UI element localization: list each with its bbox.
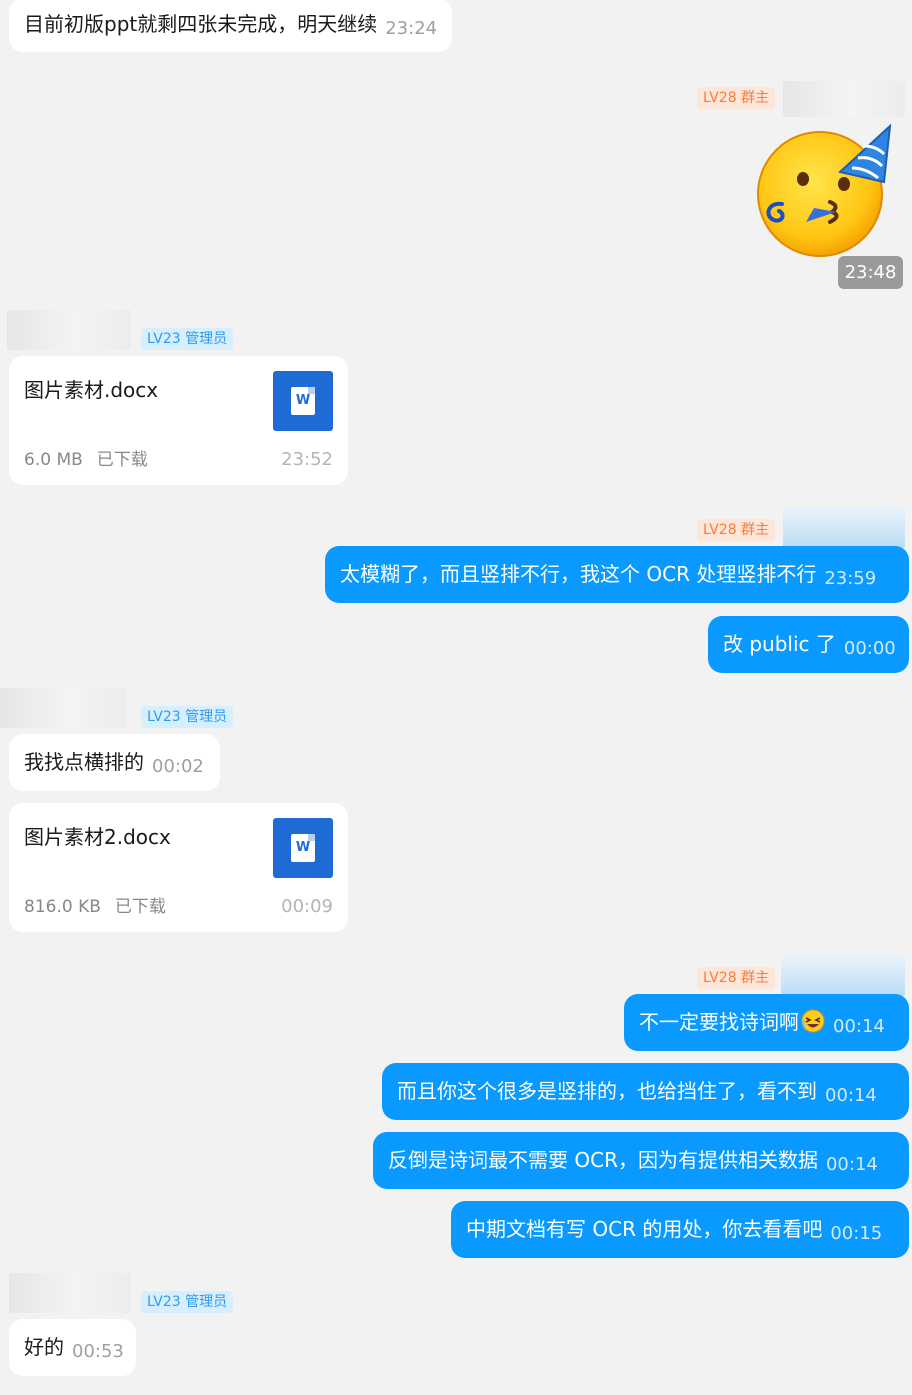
message-time: 23:48: [838, 256, 903, 289]
message-time: 00:15: [830, 1223, 883, 1244]
message-bubble[interactable]: 改 public 了 00:00: [708, 616, 909, 673]
message-time: 00:14: [833, 1016, 885, 1037]
member-level-badge: LV28 群主: [697, 967, 776, 989]
message-bubble[interactable]: 而且你这个很多是竖排的，也给挡住了，看不到 00:14: [382, 1063, 909, 1120]
sender-name-blurred[interactable]: [9, 1273, 131, 1313]
message-bubble[interactable]: 中期文档有写 OCR 的用处，你去看看吧 00:15: [451, 1201, 909, 1258]
file-message-card[interactable]: 图片素材2.docx W 816.0 KB 已下载 00:09: [9, 803, 348, 932]
sender-name-blurred[interactable]: [7, 310, 131, 350]
message-text: 而且你这个很多是竖排的，也给挡住了，看不到: [397, 1079, 817, 1103]
message-text: 中期文档有写 OCR 的用处，你去看看吧: [466, 1217, 823, 1241]
party-face-sticker[interactable]: [752, 122, 894, 262]
message-time: 23:59: [824, 568, 877, 589]
message-text: 目前初版ppt就剩四张未完成，明天继续: [24, 12, 378, 36]
sender-name-blurred[interactable]: [0, 688, 126, 728]
message-text: 我找点横排的: [24, 750, 144, 774]
file-size: 6.0 MB: [24, 450, 83, 470]
message-bubble[interactable]: 我找点横排的 00:02: [9, 734, 220, 791]
message-time: 00:14: [825, 1085, 877, 1106]
party-face-icon: [757, 123, 892, 257]
message-bubble[interactable]: 好的 00:53: [9, 1319, 136, 1376]
message-time: 23:52: [281, 449, 333, 470]
member-level-badge: LV23 管理员: [141, 328, 234, 350]
message-text: 不一定要找诗词啊: [639, 1010, 799, 1034]
member-level-badge: LV23 管理员: [141, 1291, 234, 1313]
message-text: 反倒是诗词最不需要 OCR，因为有提供相关数据: [388, 1148, 818, 1172]
sender-name-blurred[interactable]: [783, 508, 905, 548]
file-download-status: 已下载: [96, 450, 148, 470]
message-bubble[interactable]: 太模糊了，而且竖排不行，我这个 OCR 处理竖排不行 23:59: [325, 546, 909, 603]
member-level-badge: LV28 群主: [697, 87, 776, 109]
message-text: 改 public 了: [723, 632, 836, 656]
word-doc-icon: W: [273, 818, 333, 878]
message-time: 00:14: [825, 1154, 878, 1175]
message-time: 00:53: [72, 1341, 124, 1362]
file-message-card[interactable]: 图片素材.docx W 6.0 MB 已下载 23:52: [9, 356, 348, 485]
laughing-emoji: [801, 1009, 825, 1033]
message-bubble[interactable]: 不一定要找诗词啊 00:14: [624, 994, 909, 1051]
sender-name-blurred[interactable]: [781, 956, 905, 996]
sender-name-blurred[interactable]: [783, 81, 905, 117]
message-bubble[interactable]: 反倒是诗词最不需要 OCR，因为有提供相关数据 00:14: [373, 1132, 909, 1189]
message-bubble[interactable]: 目前初版ppt就剩四张未完成，明天继续 23:24: [9, 0, 453, 52]
word-doc-icon: W: [273, 371, 333, 431]
message-time: 23:24: [385, 18, 438, 39]
message-time: 00:00: [843, 638, 896, 659]
message-time: 00:02: [152, 756, 204, 777]
file-name: 图片素材.docx: [24, 378, 159, 402]
message-text: 太模糊了，而且竖排不行，我这个 OCR 处理竖排不行: [340, 562, 817, 586]
file-name: 图片素材2.docx: [24, 825, 171, 849]
file-size: 816.0 KB: [24, 897, 101, 917]
message-text: 好的: [24, 1335, 64, 1359]
message-time: 00:09: [281, 896, 333, 917]
member-level-badge: LV23 管理员: [141, 706, 234, 728]
member-level-badge: LV28 群主: [697, 519, 776, 541]
file-download-status: 已下载: [114, 897, 166, 917]
